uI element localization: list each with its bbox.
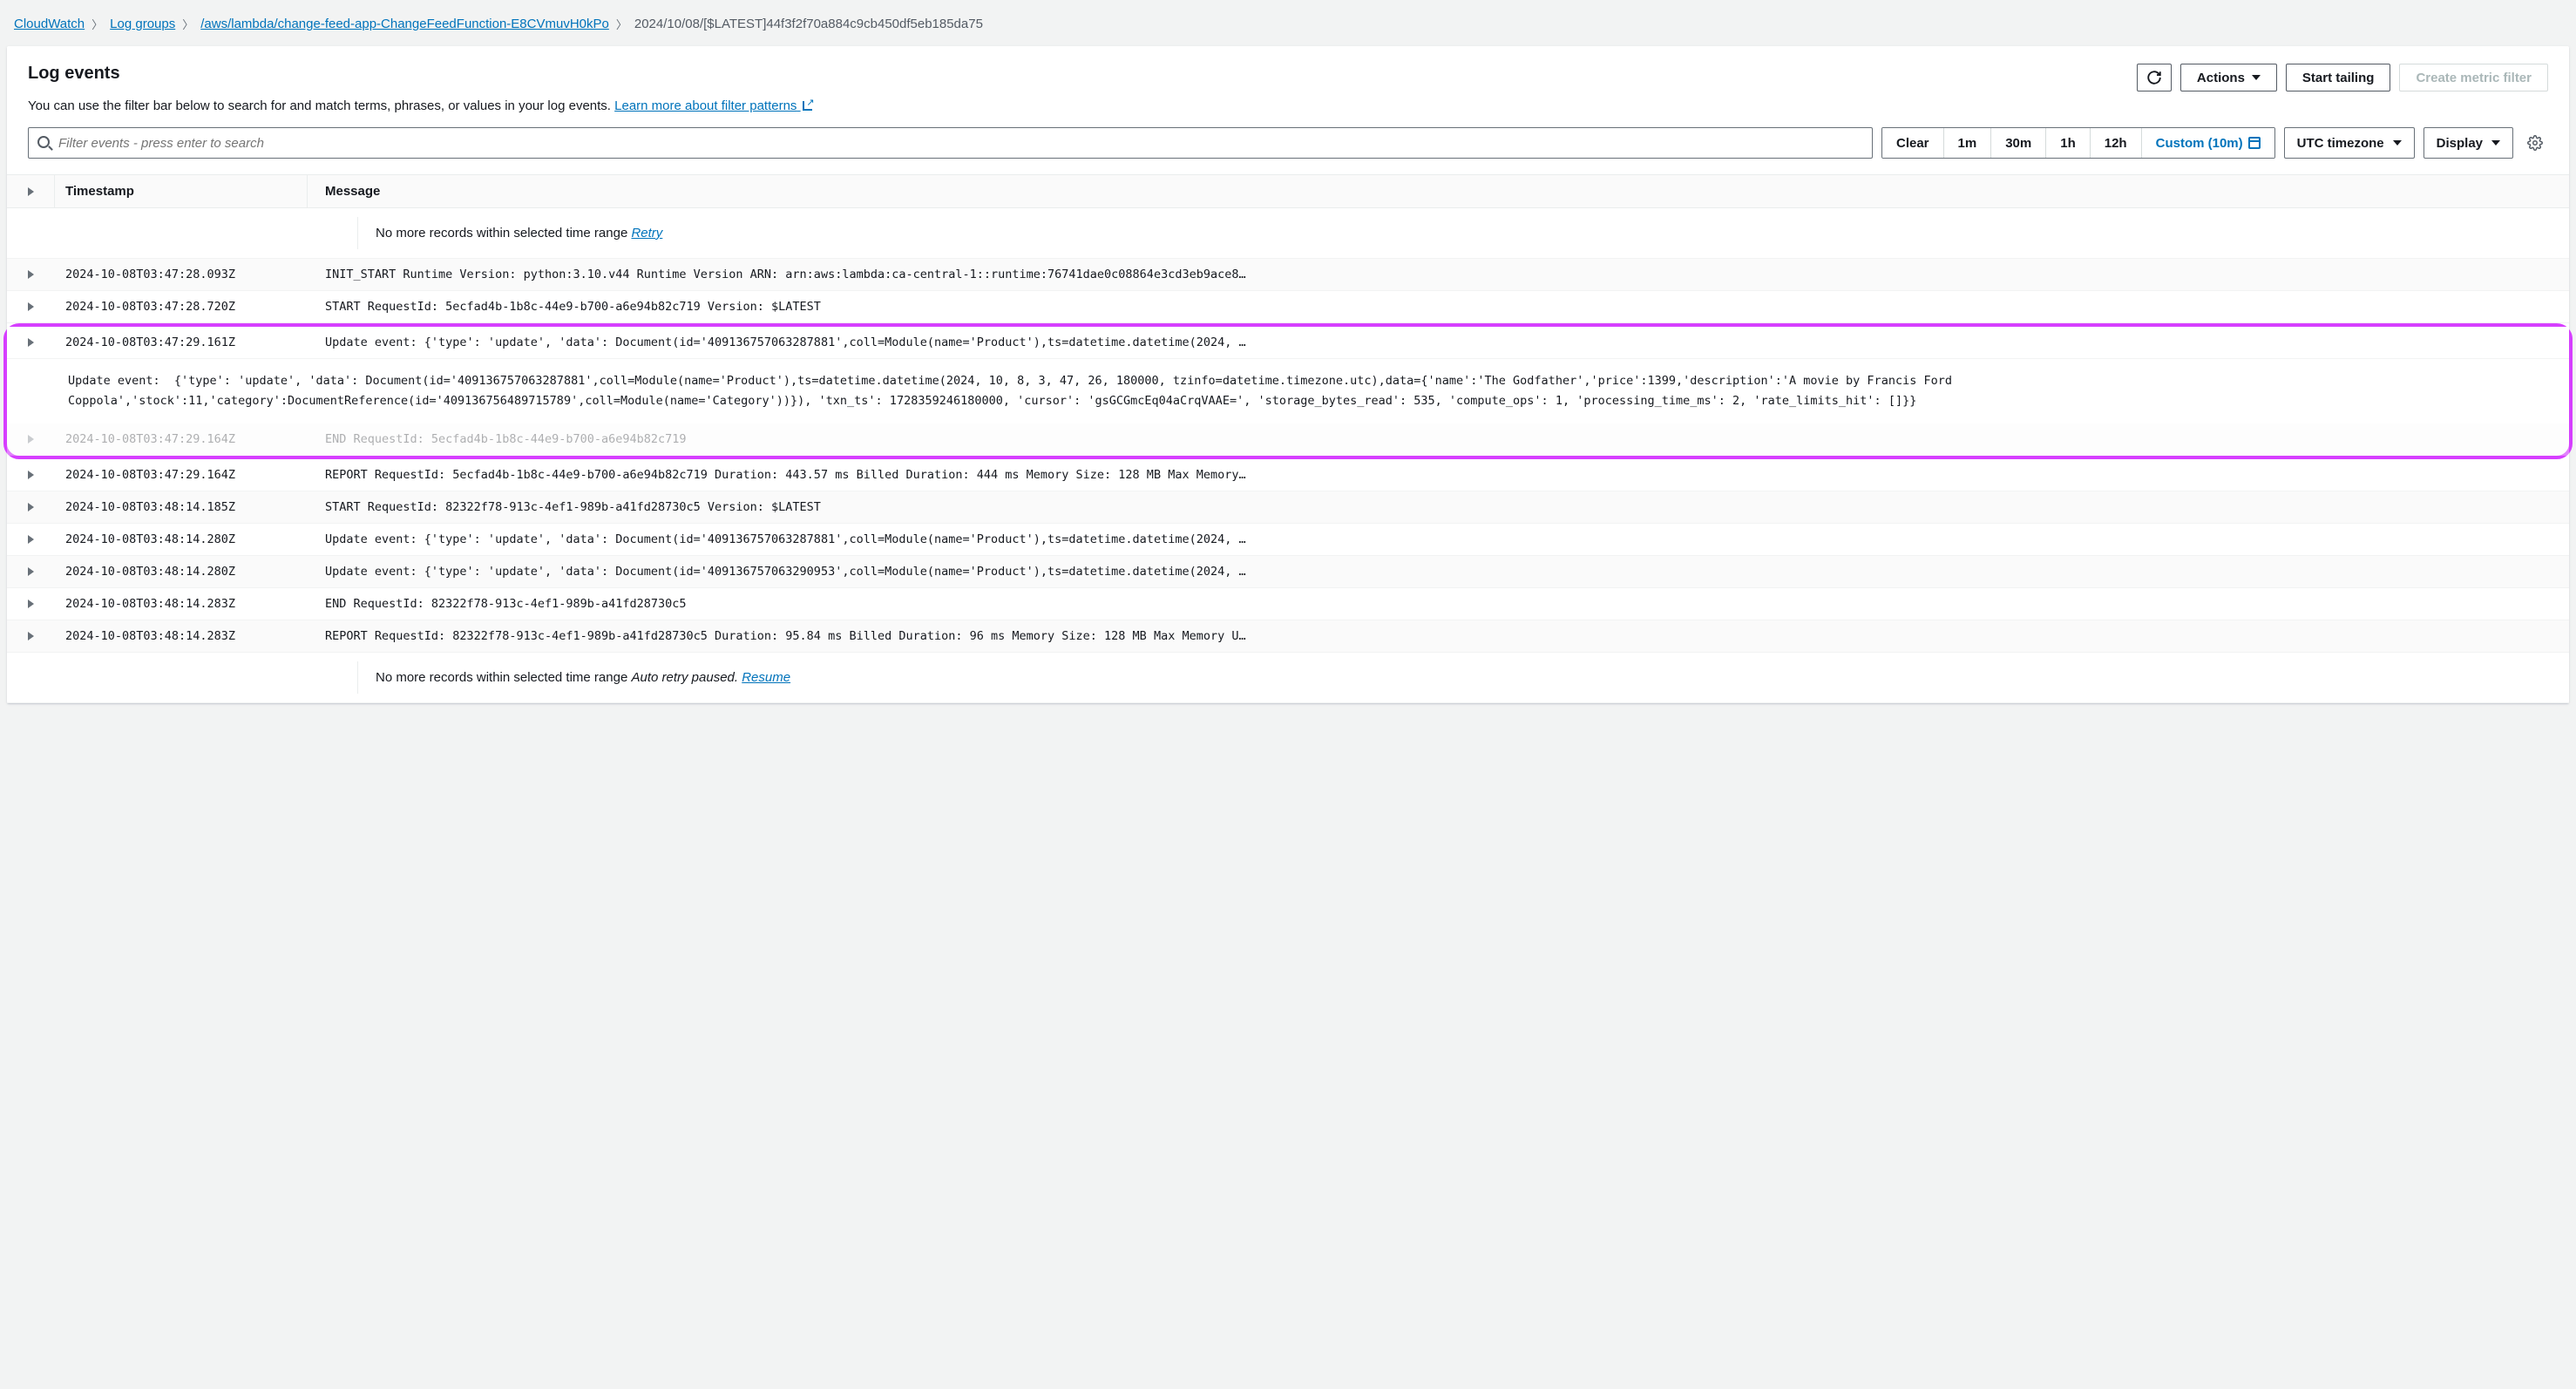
table-row: 2024-10-08T03:48:14.283Z REPORT RequestI… [7, 620, 2569, 653]
row-message: Update event: {'type': 'update', 'data':… [308, 556, 2569, 587]
row-message: START RequestId: 5ecfad4b-1b8c-44e9-b700… [308, 291, 2569, 322]
chevron-right-icon: 〉 [616, 16, 627, 32]
row-timestamp: 2024-10-08T03:47:28.720Z [55, 291, 308, 322]
row-toggle[interactable] [7, 524, 55, 555]
table-row: 2024-10-08T03:48:14.280Z Update event: {… [7, 524, 2569, 556]
table-row: 2024-10-08T03:47:28.093Z INIT_START Runt… [7, 259, 2569, 291]
triangle-right-icon [28, 632, 34, 640]
row-message: REPORT RequestId: 5ecfad4b-1b8c-44e9-b70… [308, 459, 2569, 491]
time-range-segment: Clear 1m 30m 1h 12h Custom (10m) [1881, 127, 2275, 159]
breadcrumb-cloudwatch[interactable]: CloudWatch [14, 17, 85, 31]
caret-down-icon [2393, 140, 2402, 146]
row-message: Update event: {'type': 'update', 'data':… [308, 524, 2569, 555]
highlighted-log-entry: 2024-10-08T03:47:29.161Z Update event: {… [3, 323, 2573, 459]
refresh-button[interactable] [2137, 64, 2172, 91]
caret-down-icon [2491, 140, 2500, 146]
table-row: 2024-10-08T03:48:14.280Z Update event: {… [7, 556, 2569, 588]
retry-link[interactable]: Retry [631, 226, 662, 241]
row-timestamp: 2024-10-08T03:47:29.164Z [55, 459, 308, 491]
display-dropdown[interactable]: Display [2423, 127, 2513, 159]
row-timestamp: 2024-10-08T03:47:29.164Z [55, 423, 308, 455]
page-title: Log events [28, 64, 120, 84]
range-1h[interactable]: 1h [2046, 128, 2091, 158]
row-toggle[interactable] [7, 620, 55, 652]
resume-link[interactable]: Resume [742, 670, 790, 685]
row-timestamp: 2024-10-08T03:48:14.280Z [55, 556, 308, 587]
range-custom[interactable]: Custom (10m) [2142, 128, 2274, 158]
row-message: START RequestId: 82322f78-913c-4ef1-989b… [308, 491, 2569, 523]
clear-range-button[interactable]: Clear [1882, 128, 1944, 158]
triangle-right-icon [28, 435, 34, 444]
row-toggle[interactable] [7, 491, 55, 523]
row-toggle[interactable] [7, 291, 55, 322]
top-info-row: No more records within selected time ran… [7, 208, 2569, 259]
row-toggle[interactable] [7, 556, 55, 587]
triangle-right-icon [28, 503, 34, 512]
expand-all-toggle[interactable] [7, 175, 55, 207]
table-row: 2024-10-08T03:47:28.720Z START RequestId… [7, 291, 2569, 323]
row-message: INIT_START Runtime Version: python:3.10.… [308, 259, 2569, 290]
breadcrumb-log-groups[interactable]: Log groups [110, 17, 175, 31]
row-toggle[interactable] [7, 588, 55, 620]
bottom-info-row: No more records within selected time ran… [7, 653, 2569, 703]
triangle-right-icon [28, 270, 34, 279]
refresh-icon [2146, 70, 2162, 85]
triangle-right-icon [28, 600, 34, 608]
breadcrumb: CloudWatch 〉 Log groups 〉 /aws/lambda/ch… [7, 7, 2569, 46]
table-row: 2024-10-08T03:47:29.164Z REPORT RequestI… [7, 459, 2569, 491]
search-input-wrapper[interactable] [28, 127, 1873, 159]
calendar-icon [2248, 137, 2261, 149]
row-message: REPORT RequestId: 82322f78-913c-4ef1-989… [308, 620, 2569, 652]
breadcrumb-log-stream: 2024/10/08/[$LATEST]44f3f2f70a884c9cb450… [634, 17, 983, 31]
log-events-panel: Log events Actions Start tailing Create … [7, 46, 2569, 703]
expanded-message: Update event: {'type': 'update', 'data':… [7, 359, 2569, 423]
row-toggle[interactable] [7, 259, 55, 290]
timezone-dropdown[interactable]: UTC timezone [2284, 127, 2415, 159]
caret-down-icon [2252, 75, 2261, 80]
row-message: Update event: {'type': 'update', 'data':… [308, 327, 2569, 358]
learn-more-link[interactable]: Learn more about filter patterns [614, 98, 812, 113]
search-icon [37, 136, 51, 150]
table-header: Timestamp Message [7, 175, 2569, 208]
triangle-right-icon [28, 535, 34, 544]
actions-button[interactable]: Actions [2180, 64, 2277, 91]
filter-hint: You can use the filter bar below to sear… [28, 98, 2548, 113]
table-row: 2024-10-08T03:48:14.283Z END RequestId: … [7, 588, 2569, 620]
row-timestamp: 2024-10-08T03:47:28.093Z [55, 259, 308, 290]
start-tailing-button[interactable]: Start tailing [2286, 64, 2391, 91]
gear-icon [2527, 135, 2543, 151]
row-toggle[interactable] [7, 327, 55, 358]
row-timestamp: 2024-10-08T03:48:14.283Z [55, 620, 308, 652]
row-message: END RequestId: 82322f78-913c-4ef1-989b-a… [308, 588, 2569, 620]
triangle-right-icon [28, 187, 34, 196]
range-12h[interactable]: 12h [2091, 128, 2142, 158]
row-timestamp: 2024-10-08T03:48:14.185Z [55, 491, 308, 523]
triangle-right-icon [28, 338, 34, 347]
external-link-icon [803, 100, 813, 111]
triangle-right-icon [28, 471, 34, 479]
row-toggle[interactable] [7, 459, 55, 491]
column-message[interactable]: Message [308, 175, 2569, 207]
row-timestamp: 2024-10-08T03:48:14.283Z [55, 588, 308, 620]
log-table: Timestamp Message No more records within… [7, 174, 2569, 703]
table-row: 2024-10-08T03:47:29.161Z Update event: {… [7, 327, 2569, 359]
triangle-right-icon [28, 567, 34, 576]
search-input[interactable] [58, 136, 1863, 151]
row-message: END RequestId: 5ecfad4b-1b8c-44e9-b700-a… [308, 423, 2569, 455]
table-row: 2024-10-08T03:47:29.164Z END RequestId: … [7, 423, 2569, 456]
range-30m[interactable]: 30m [1991, 128, 2046, 158]
settings-button[interactable] [2522, 127, 2548, 159]
triangle-right-icon [28, 302, 34, 311]
row-timestamp: 2024-10-08T03:48:14.280Z [55, 524, 308, 555]
column-timestamp[interactable]: Timestamp [55, 175, 308, 207]
create-metric-filter-button[interactable]: Create metric filter [2399, 64, 2548, 91]
chevron-right-icon: 〉 [92, 16, 103, 32]
row-toggle[interactable] [7, 423, 55, 455]
range-1m[interactable]: 1m [1944, 128, 1992, 158]
table-row: 2024-10-08T03:48:14.185Z START RequestId… [7, 491, 2569, 524]
breadcrumb-log-group-name[interactable]: /aws/lambda/change-feed-app-ChangeFeedFu… [200, 17, 609, 31]
row-timestamp: 2024-10-08T03:47:29.161Z [55, 327, 308, 358]
chevron-right-icon: 〉 [182, 16, 193, 32]
